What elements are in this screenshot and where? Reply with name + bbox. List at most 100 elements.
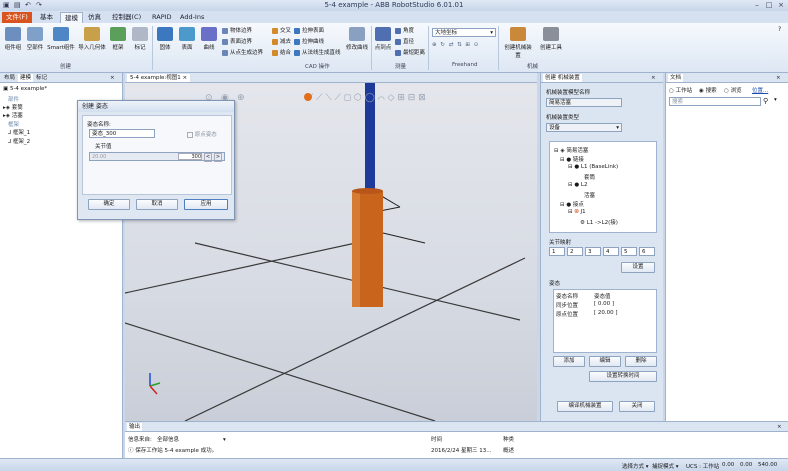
mechanism-tree[interactable]: ⊟ ◈ 简易活塞 ⊟ ● 链接 ⊟ ● L1 (BaseLink) 套筒 ⊟ ●… (549, 141, 657, 233)
tab-basic[interactable]: 基本 (36, 12, 57, 23)
solid-button[interactable]: 固体 (155, 27, 175, 51)
edge-from-points-button[interactable]: 从点生成边界 (222, 49, 263, 57)
decrement-arrow-icon[interactable]: < (204, 153, 212, 162)
surface-edge-button[interactable]: 表面边界 (222, 38, 252, 46)
panel-close-icon[interactable]: × (108, 74, 117, 82)
extrude-curve-button[interactable]: 拉伸曲线 (294, 38, 324, 46)
subtract-button[interactable]: 减去 (272, 38, 291, 46)
pose-table[interactable]: 姿态名称 姿态值 同步位置 [ 0.00 ] 原点位置 [ 20.00 ] (553, 289, 657, 353)
tab-modeling[interactable]: 建模 (60, 12, 83, 23)
tree-node-links[interactable]: ⊟ ● 链接 (560, 155, 584, 163)
line-from-normal-button[interactable]: 从法线生成直线 (294, 49, 341, 57)
tab-documents[interactable]: 文档 (668, 74, 684, 82)
minimize-icon[interactable]: – (752, 1, 762, 9)
view-toolbar[interactable]: ⊙ ◉ ⊕ ⟋ ⟋ ⟍ ⟋ ◻ ⬡ ◯ ⌒ ◇ ⊞ ⊟ ⊠ (205, 93, 426, 103)
smart-component-button[interactable]: Smart组件 (46, 27, 76, 51)
frame-button[interactable]: 框架 (108, 27, 128, 51)
extrude-surface-button[interactable]: 拉伸表面 (294, 27, 324, 35)
tab-rapid[interactable]: RAPID (148, 12, 176, 23)
origin-pose-checkbox[interactable]: 原点姿态 (187, 130, 217, 138)
add-pose-button[interactable]: 添加 (553, 356, 585, 367)
search-icon[interactable]: ⚲ (763, 97, 768, 105)
radio-browse[interactable]: ○ 浏览 (724, 86, 742, 94)
set-transition-time-button[interactable]: 设置转换时间 (589, 371, 657, 382)
tab-markers[interactable]: 标记 (34, 74, 49, 82)
compile-mechanism-button[interactable]: 编译机械装置 (557, 401, 613, 412)
pose-row-value[interactable]: [ 0.00 ] (594, 301, 614, 307)
tab-controller[interactable]: 控制器(C) (108, 12, 145, 23)
tree-node-j1[interactable]: ⊟ ⦾ J1 (568, 209, 586, 216)
empty-part-button[interactable]: 空部件 (24, 27, 46, 51)
set-mapping-button[interactable]: 设置 (621, 262, 655, 273)
pose-row-name[interactable]: 同步位置 (556, 301, 578, 309)
intersect-button[interactable]: 交叉 (272, 27, 291, 35)
snap-mode-dropdown[interactable]: 捕捉模式 ▾ (652, 462, 679, 470)
tree-item-frame-1[interactable]: ⅃ 框架_1 (8, 128, 30, 136)
tree-node-l2[interactable]: ⊟ ● L2 (568, 182, 587, 188)
help-icon[interactable]: ? (778, 26, 781, 33)
union-button[interactable]: 结合 (272, 49, 291, 57)
snap-object-icon[interactable] (304, 93, 312, 101)
tree-item-frame-2[interactable]: ⅃ 框架_2 (8, 137, 30, 145)
tab-addins[interactable]: Add-Ins (176, 12, 208, 23)
location-link[interactable]: 位置... (752, 86, 768, 94)
panel-close-icon[interactable]: × (649, 74, 658, 82)
marker-button[interactable]: 标记 (130, 27, 150, 51)
freehand-tools[interactable]: ⊕ ↻ ⇄ ⇅ ⊞ ⊙ (432, 41, 479, 49)
output-message[interactable]: ⓘ 保存工作站 5-4 example 成功。 (128, 446, 217, 454)
ok-button[interactable]: 确定 (88, 199, 130, 210)
angle-button[interactable]: 角度 (395, 27, 414, 35)
tree-root[interactable]: ▣ 5-4 example* (3, 86, 47, 92)
create-mechanism-button[interactable]: 创建机械装置 (502, 27, 534, 59)
selection-mode-dropdown[interactable]: 选择方式 ▾ (622, 462, 649, 470)
tree-node-piston[interactable]: 活塞 (584, 191, 595, 199)
create-tool-button[interactable]: 创建工具 (538, 27, 564, 51)
curve-button[interactable]: 曲线 (199, 27, 219, 51)
radio-station[interactable]: ○ 工作站 (669, 86, 692, 94)
joint-slider[interactable]: 20.00 300 < > (89, 152, 225, 162)
surface-button[interactable]: 表面 (177, 27, 197, 51)
tab-create-mechanism[interactable]: 创建 机械装置 (543, 74, 582, 82)
radio-search[interactable]: ◉ 搜索 (699, 86, 717, 94)
delete-pose-button[interactable]: 删除 (625, 356, 657, 367)
tab-view1[interactable]: 5-4 example:视图1 × (127, 74, 191, 82)
tab-simulation[interactable]: 仿真 (84, 12, 105, 23)
joint-mapping-fields[interactable]: 1 2 3 4 5 6 (549, 247, 657, 257)
maximize-icon[interactable]: □ (764, 1, 774, 9)
point-to-point-button[interactable]: 点到点 (373, 27, 393, 51)
min-distance-button[interactable]: 最短距离 (395, 49, 425, 57)
tab-modeling-tree[interactable]: 建模 (18, 74, 34, 82)
close-button[interactable]: 关闭 (619, 401, 655, 412)
tab-file[interactable]: 文件(F) (2, 12, 32, 23)
tab-output[interactable]: 输出 (127, 423, 143, 431)
body-edge-button[interactable]: 物体边界 (222, 27, 252, 35)
output-filter-select[interactable]: 全部信息 ▾ (157, 435, 226, 443)
tab-layout[interactable]: 布局 (2, 74, 17, 82)
document-search-input[interactable]: 搜索 (669, 97, 761, 106)
model-name-input[interactable]: 简易活塞 (546, 98, 622, 107)
panel-close-icon[interactable]: × (774, 74, 783, 82)
cancel-button[interactable]: 取消 (136, 199, 178, 210)
diameter-button[interactable]: 直径 (395, 38, 414, 46)
increment-arrow-icon[interactable]: > (214, 153, 222, 162)
edit-pose-button[interactable]: 编辑 (589, 356, 621, 367)
pose-name-input[interactable]: 姿态_300 (89, 129, 155, 138)
joint-value-field[interactable]: 300 (178, 153, 202, 160)
tree-node-root[interactable]: ⊟ ◈ 简易活塞 (554, 146, 588, 154)
tree-item-sleeve[interactable]: ▸◈ 套筒 (3, 103, 23, 111)
modify-curve-button[interactable]: 修改曲线 (344, 27, 370, 51)
close-icon[interactable]: × (776, 1, 786, 9)
tree-node-l1-l2[interactable]: ⚙ L1 ->L2(接) (580, 218, 618, 226)
chevron-down-icon[interactable]: ▾ (774, 97, 777, 103)
panel-close-icon[interactable]: × (775, 423, 784, 431)
tree-node-joints[interactable]: ⊟ ● 接点 (560, 200, 584, 208)
pose-row-name[interactable]: 原点位置 (556, 310, 578, 318)
import-geometry-button[interactable]: 导入几何体 (76, 27, 108, 51)
tree-node-l1[interactable]: ⊟ ● L1 (BaseLink) (568, 164, 618, 170)
tree-node-sleeve[interactable]: 套筒 (584, 173, 595, 181)
pose-row-value[interactable]: [ 20.00 ] (594, 310, 618, 316)
tree-item-piston[interactable]: ▸◈ 活塞 (3, 111, 23, 119)
apply-button[interactable]: 应用 (184, 199, 228, 210)
component-group-button[interactable]: 组件组 (2, 27, 24, 51)
mechanism-type-select[interactable]: 设备 ▾ (546, 123, 622, 132)
